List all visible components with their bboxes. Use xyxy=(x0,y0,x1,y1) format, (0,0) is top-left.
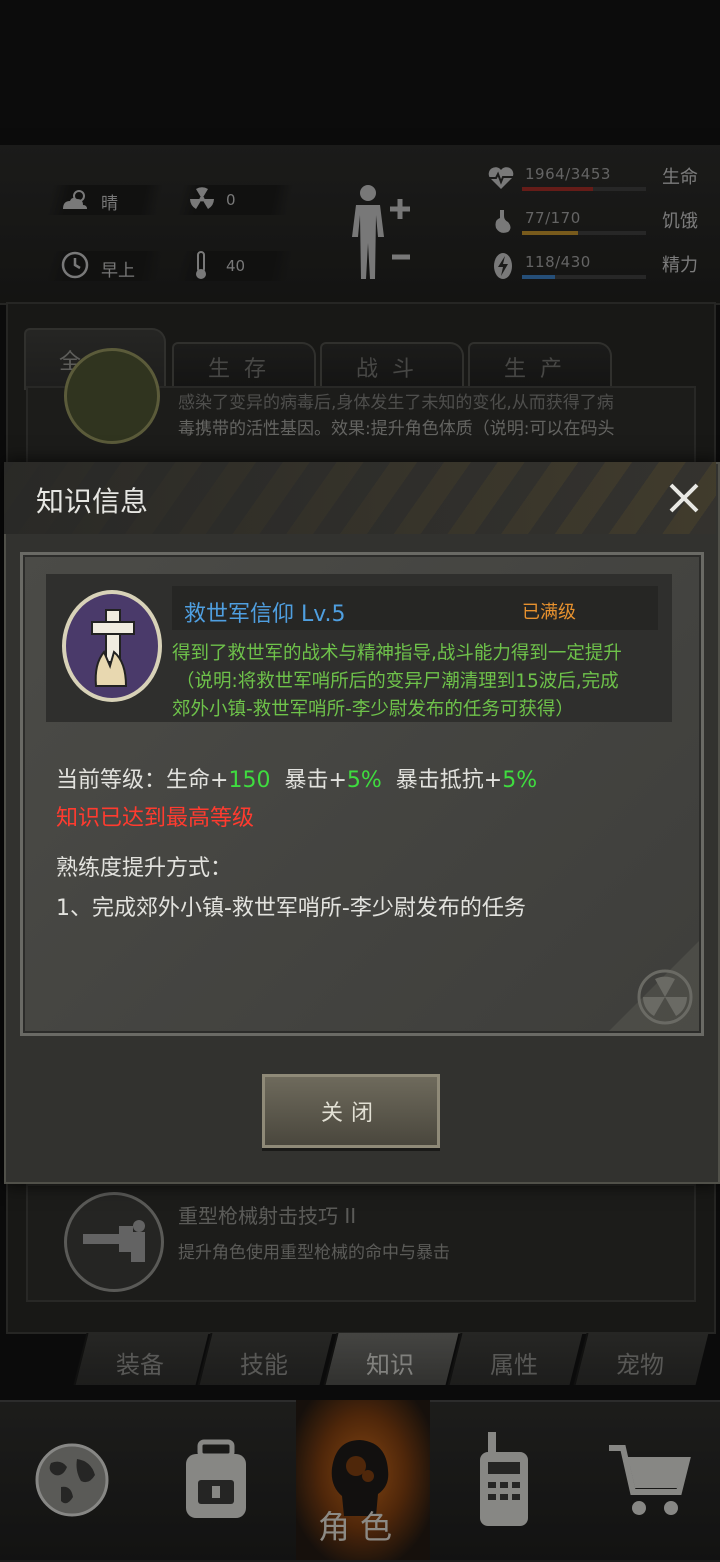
salvation-army-faith-icon xyxy=(62,590,162,702)
skill-description: 得到了救世军的战术与精神指导,战斗能力得到一定提升 （说明:将救世军哨所后的变异… xyxy=(172,640,642,724)
close-icon[interactable] xyxy=(660,474,708,522)
max-level-notice: 知识已达到最高等级 xyxy=(56,806,255,831)
current-level-effects: 当前等级：生命+150 暴击+5% 暴击抵抗+5% xyxy=(56,768,538,793)
skill-description-line: 郊外小镇-救世军哨所-李少尉发布的任务可获得） xyxy=(172,699,574,720)
max-level-badge: 已满级 xyxy=(522,602,576,623)
skill-name: 救世军信仰 Lv.5 xyxy=(184,602,346,627)
skill-description-line: 得到了救世军的战术与精神指导,战斗能力得到一定提升 xyxy=(172,643,622,664)
proficiency-method: 1、完成郊外小镇-救世军哨所-李少尉发布的任务 xyxy=(56,896,526,921)
dialog-title: 知识信息 xyxy=(36,485,149,518)
close-button[interactable]: 关闭 xyxy=(262,1074,440,1148)
skill-description-line: （说明:将救世军哨所后的变异尸潮清理到15波后,完成 xyxy=(176,671,619,692)
proficiency-heading: 熟练度提升方式： xyxy=(56,856,233,881)
radiation-watermark-icon xyxy=(609,941,699,1031)
